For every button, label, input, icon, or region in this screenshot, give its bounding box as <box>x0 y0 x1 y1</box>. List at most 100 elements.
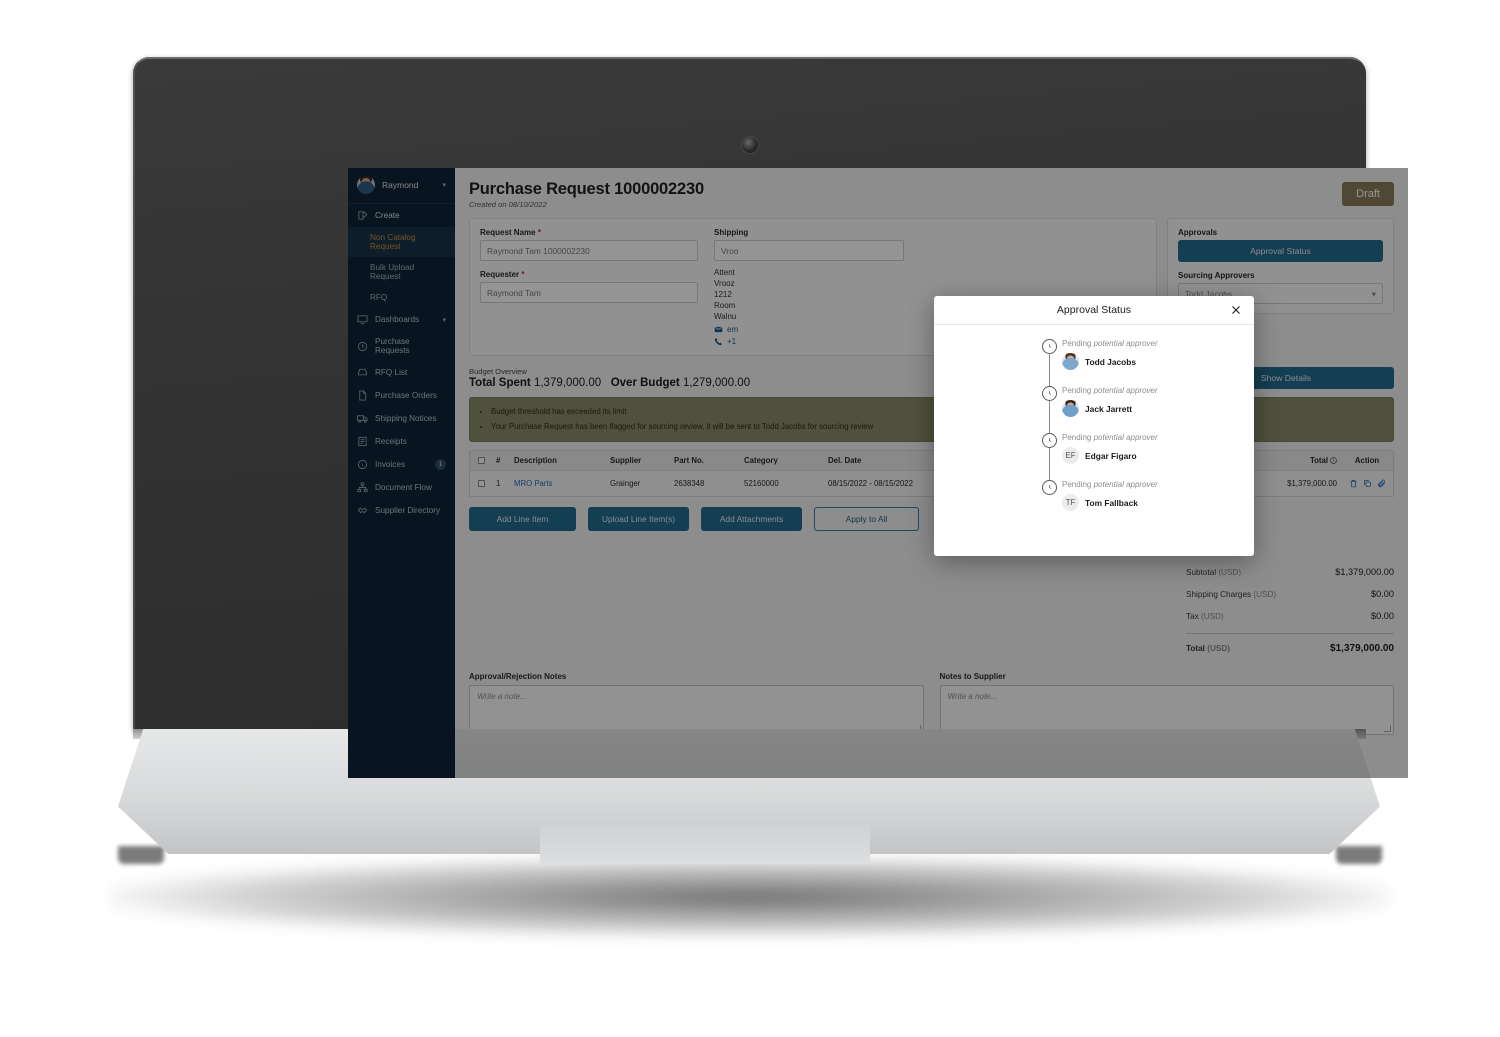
sidebar-item-purchase-orders[interactable]: Purchase Orders <box>348 384 455 407</box>
grand-total-label: Total (USD) <box>1186 644 1230 653</box>
grand-total-unit: (USD) <box>1207 644 1230 653</box>
supplier-notes-textarea[interactable]: Write a note... <box>939 685 1394 735</box>
add-line-item-button[interactable]: Add Line Item <box>469 507 576 531</box>
sidebar-label-create: Create <box>375 211 400 220</box>
sidebar-label-receipts: Receipts <box>375 437 407 446</box>
shipping-select[interactable]: Vroo <box>714 240 904 261</box>
avatar-initials: EF <box>1062 447 1079 464</box>
tax-unit: (USD) <box>1201 612 1224 621</box>
select-all-checkbox[interactable] <box>470 457 492 464</box>
supplier-notes-block: Notes to Supplier Write a note... <box>939 672 1394 735</box>
phone-icon <box>714 337 723 346</box>
col-action: Action <box>1354 456 1380 465</box>
approval-step-body: Pending potential approver TF Tom Fallba… <box>1040 480 1158 527</box>
approval-step-person: Jack Jarrett <box>1062 400 1158 417</box>
clock-icon <box>1042 480 1057 495</box>
handshake-icon <box>357 505 368 516</box>
cell-description[interactable]: MRO Parts <box>510 479 606 488</box>
app-window: Raymond ▾ Create Non Catalog Request Bul… <box>348 168 1408 778</box>
contact-phone[interactable]: +1 <box>714 337 904 346</box>
col-category: Category <box>744 456 778 465</box>
totals-summary: Subtotal (USD) $1,379,000.00 Shipping Ch… <box>1186 567 1394 654</box>
status-badge: Draft <box>1342 182 1394 206</box>
copy-icon[interactable] <box>1363 479 1372 488</box>
upload-line-items-button[interactable]: Upload Line Item(s) <box>588 507 689 531</box>
sidebar-item-bulk-upload-request[interactable]: Bulk Upload Request <box>348 257 455 287</box>
sidebar-item-supplier-directory[interactable]: Supplier Directory <box>348 499 455 522</box>
approval-step: Pending potential approver EF Edgar Figa… <box>934 433 1254 494</box>
contact-email[interactable]: em <box>714 325 904 334</box>
requester-input[interactable]: Raymond Tam <box>480 282 698 303</box>
info-circle-icon <box>357 459 368 470</box>
notes-section: Approval/Rejection Notes Write a note...… <box>469 672 1394 735</box>
laptop-lid: Raymond ▾ Create Non Catalog Request Bul… <box>133 57 1408 778</box>
approval-notes-textarea[interactable]: Write a note... <box>469 685 924 735</box>
col-description: Description <box>514 456 557 465</box>
sidebar-item-shipping-notices[interactable]: Shipping Notices <box>348 407 455 430</box>
form-panels: Request Name * Raymond Tam 1000002230 Re… <box>469 218 1394 357</box>
edit-square-icon <box>357 210 368 221</box>
cell-supplier: Grainger <box>610 479 641 488</box>
sidebar-item-create[interactable]: Create <box>348 204 455 227</box>
sidebar-item-dashboards[interactable]: Dashboards ▾ <box>348 308 455 331</box>
sidebar-item-document-flow[interactable]: Document Flow <box>348 476 455 499</box>
shipping-charges-label: Shipping Charges (USD) <box>1186 590 1276 599</box>
approval-step-body: Pending potential approver Jack Jarrett <box>1040 386 1158 433</box>
row-checkbox[interactable] <box>470 480 492 487</box>
add-attachments-button[interactable]: Add Attachments <box>701 507 802 531</box>
totals-row-total: Total (USD) $1,379,000.00 <box>1186 643 1394 654</box>
sidebar-user-menu[interactable]: Raymond ▾ <box>348 168 455 204</box>
approver-name: Todd Jacobs <box>1085 356 1137 367</box>
approver-name: Jack Jarrett <box>1085 403 1133 414</box>
sidebar-label-purchase-orders: Purchase Orders <box>375 391 437 400</box>
cell-total: $1,379,000.00 <box>1287 479 1337 488</box>
sidebar-item-purchase-requests[interactable]: Purchase Requests <box>348 331 455 361</box>
cell-actions <box>1341 479 1393 488</box>
address-line: Vrooz <box>714 279 735 289</box>
contact-phone-text: +1 <box>727 337 737 347</box>
budget-overview: Budget Overview Total Spent 1,379,000.00… <box>469 367 1394 390</box>
cell-category: 52160000 <box>744 479 779 488</box>
required-marker: * <box>521 270 525 279</box>
tray-icon <box>357 367 368 378</box>
totals-row-subtotal: Subtotal (USD) $1,379,000.00 <box>1186 567 1394 577</box>
clock-icon <box>357 341 368 352</box>
approval-status-button[interactable]: Approval Status <box>1178 240 1383 262</box>
info-icon[interactable]: i <box>1330 457 1337 465</box>
sidebar-label-purchase-requests: Purchase Requests <box>375 337 410 355</box>
total-spent-label: Total Spent <box>469 377 531 390</box>
document-icon <box>357 390 368 401</box>
sidebar-label-document-flow: Document Flow <box>375 483 432 492</box>
sidebar: Raymond ▾ Create Non Catalog Request Bul… <box>348 168 455 778</box>
shipping-charges-label-text: Shipping Charges <box>1186 590 1252 599</box>
invoices-badge: 1 <box>435 459 446 470</box>
apply-to-all-button[interactable]: Apply to All <box>814 507 919 531</box>
table-row[interactable]: 1 MRO Parts Grainger 2638348 52160000 08… <box>470 471 1393 496</box>
line-item-actions: Add Line Item Upload Line Item(s) Add At… <box>469 507 1394 531</box>
tax-label: Tax (USD) <box>1186 612 1224 621</box>
approval-step-status: Pending potential approver <box>1062 386 1158 395</box>
sidebar-item-rfq-list[interactable]: RFQ List <box>348 361 455 384</box>
address-line: Attent <box>714 268 735 277</box>
over-budget-value: 1,279,000.00 <box>682 377 751 390</box>
col-total: Total i <box>1245 456 1341 465</box>
grand-total-label-text: Total <box>1186 644 1205 653</box>
sidebar-item-receipts[interactable]: Receipts <box>348 430 455 453</box>
sidebar-item-invoices[interactable]: Invoices 1 <box>348 453 455 476</box>
request-name-input[interactable]: Raymond Tam 1000002230 <box>480 240 698 261</box>
clock-icon <box>1042 433 1057 448</box>
paperclip-icon[interactable] <box>1377 479 1386 488</box>
budget-overview-label: Budget Overview <box>469 367 527 377</box>
approval-status-modal: Approval Status Pending potential approv… <box>934 296 1254 556</box>
over-budget-label: Over Budget <box>610 377 680 390</box>
sidebar-item-rfq[interactable]: RFQ <box>348 287 455 308</box>
trash-icon[interactable] <box>1349 479 1358 488</box>
avatar-initials: TF <box>1062 494 1079 511</box>
approval-step-status: Pending potential approver <box>1062 433 1158 442</box>
table-body: 1 MRO Parts Grainger 2638348 52160000 08… <box>470 471 1393 496</box>
close-icon[interactable] <box>1230 304 1242 316</box>
subtotal-value: $1,379,000.00 <box>1335 567 1394 577</box>
subtotal-label: Subtotal (USD) <box>1186 568 1241 577</box>
laptop-screen: Raymond ▾ Create Non Catalog Request Bul… <box>348 168 1408 778</box>
sidebar-item-non-catalog-request[interactable]: Non Catalog Request <box>348 227 455 257</box>
